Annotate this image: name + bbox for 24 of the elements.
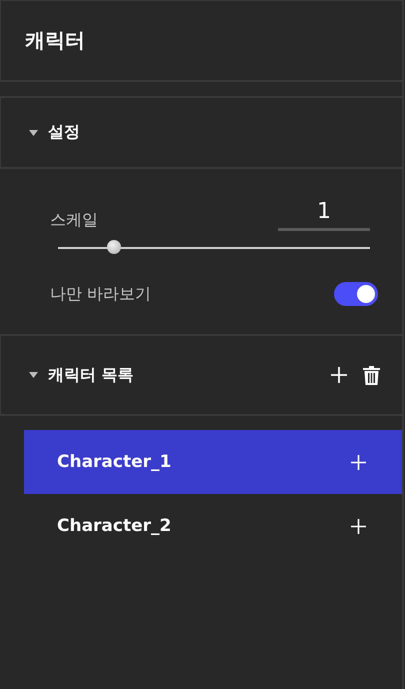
section-header[interactable]: 설정 — [0, 96, 402, 169]
slider-thumb[interactable] — [107, 240, 122, 254]
section-title: 설정 — [48, 122, 81, 143]
toggle-label: 나만 바라보기 — [50, 284, 152, 304]
plus-icon — [351, 518, 366, 534]
caret-icon[interactable] — [29, 372, 38, 378]
character-name: Character_2 — [57, 516, 172, 536]
toggle-switch[interactable] — [334, 282, 378, 306]
scale-input[interactable]: 1 — [278, 199, 370, 231]
character-item[interactable]: Character_2 — [24, 494, 402, 558]
caret-icon[interactable] — [29, 130, 38, 136]
trash-icon — [363, 366, 380, 384]
character-name: Character_1 — [57, 452, 172, 472]
character-item[interactable]: Character_1 — [24, 430, 402, 494]
add-button[interactable] — [351, 518, 366, 534]
scale-label: 스케일 — [50, 210, 98, 231]
plus-icon — [351, 454, 366, 470]
delete-button[interactable] — [363, 366, 380, 384]
panel-title: 캐릭터 — [25, 27, 85, 54]
add-button[interactable] — [331, 367, 347, 383]
add-button[interactable] — [351, 454, 366, 470]
section-title: 캐릭터 목록 — [48, 364, 135, 386]
section-header[interactable]: 캐릭터 목록 — [0, 334, 402, 416]
plus-icon — [331, 367, 347, 383]
